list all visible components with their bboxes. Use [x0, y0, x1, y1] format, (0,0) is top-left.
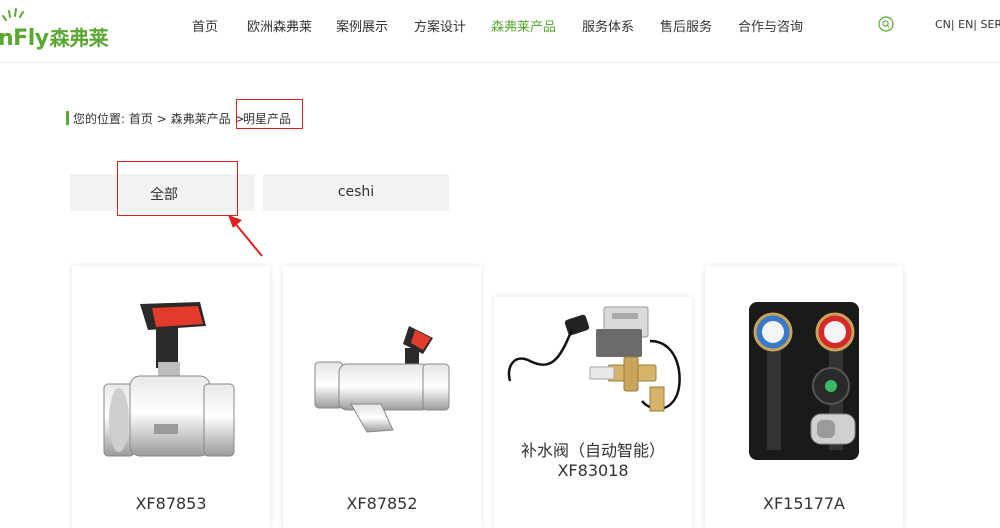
nav-item-after-sales[interactable]: 售后服务	[660, 16, 712, 35]
product-card[interactable]: XF87853	[72, 266, 270, 528]
nav-item-europe[interactable]: 欧洲森弗莱	[247, 16, 312, 35]
water-refill-valve-image	[507, 306, 681, 412]
ball-valve-image	[103, 302, 235, 457]
breadcrumb-home-link[interactable]: 首页	[129, 112, 153, 126]
nav-item-cooperation[interactable]: 合作与咨询	[738, 16, 803, 35]
product-card[interactable]: 补水阀（自动智能） XF83018	[494, 297, 692, 528]
breadcrumb-separator: >	[156, 112, 167, 126]
lang-cn[interactable]: CN|	[935, 18, 955, 31]
product-name-line: 补水阀（自动智能）	[520, 441, 665, 460]
pump-station-image	[749, 302, 859, 460]
y-strainer-valve-image	[314, 326, 450, 433]
product-name: XF87852	[346, 494, 418, 513]
product-name: XF15177A	[762, 494, 845, 513]
tab-ceshi[interactable]: ceshi	[263, 174, 449, 211]
product-card[interactable]: XF15177A	[705, 266, 903, 528]
nav-item-service-system[interactable]: 服务体系	[582, 16, 634, 35]
product-name-line: XF83018	[557, 461, 629, 480]
language-switcher: CN| EN| SER|	[935, 18, 1000, 31]
product-name: XF87853	[135, 494, 207, 513]
logo[interactable]: nFly森弗莱	[0, 6, 133, 52]
nav-item-home[interactable]: 首页	[192, 16, 218, 35]
nav-item-products[interactable]: 森弗莱产品	[491, 16, 556, 35]
lang-en[interactable]: EN|	[955, 18, 977, 31]
nav-item-cases[interactable]: 案例展示	[336, 16, 388, 35]
site-header: nFly森弗莱 首页 欧洲森弗莱 案例展示 方案设计 森弗莱产品 服务体系 售后…	[0, 0, 1000, 63]
nav-item-solutions[interactable]: 方案设计	[414, 16, 466, 35]
sun-logo-icon	[2, 8, 24, 21]
breadcrumb-category-link[interactable]: 森弗莱产品	[171, 112, 231, 126]
breadcrumb-prefix: 您的位置:	[73, 112, 126, 126]
breadcrumb-accent-bar	[66, 111, 69, 125]
logo-text: nFly森弗莱	[0, 26, 109, 51]
search-icon[interactable]	[878, 16, 894, 32]
tab-all-label: 全部	[150, 187, 178, 203]
breadcrumb-current: 明星产品	[243, 112, 292, 126]
product-card[interactable]: XF87852	[283, 266, 481, 528]
annotation-arrow-icon	[228, 215, 263, 257]
lang-ser[interactable]: SER|	[977, 18, 1000, 31]
product-name: 补水阀（自动智能） XF83018	[494, 441, 692, 481]
